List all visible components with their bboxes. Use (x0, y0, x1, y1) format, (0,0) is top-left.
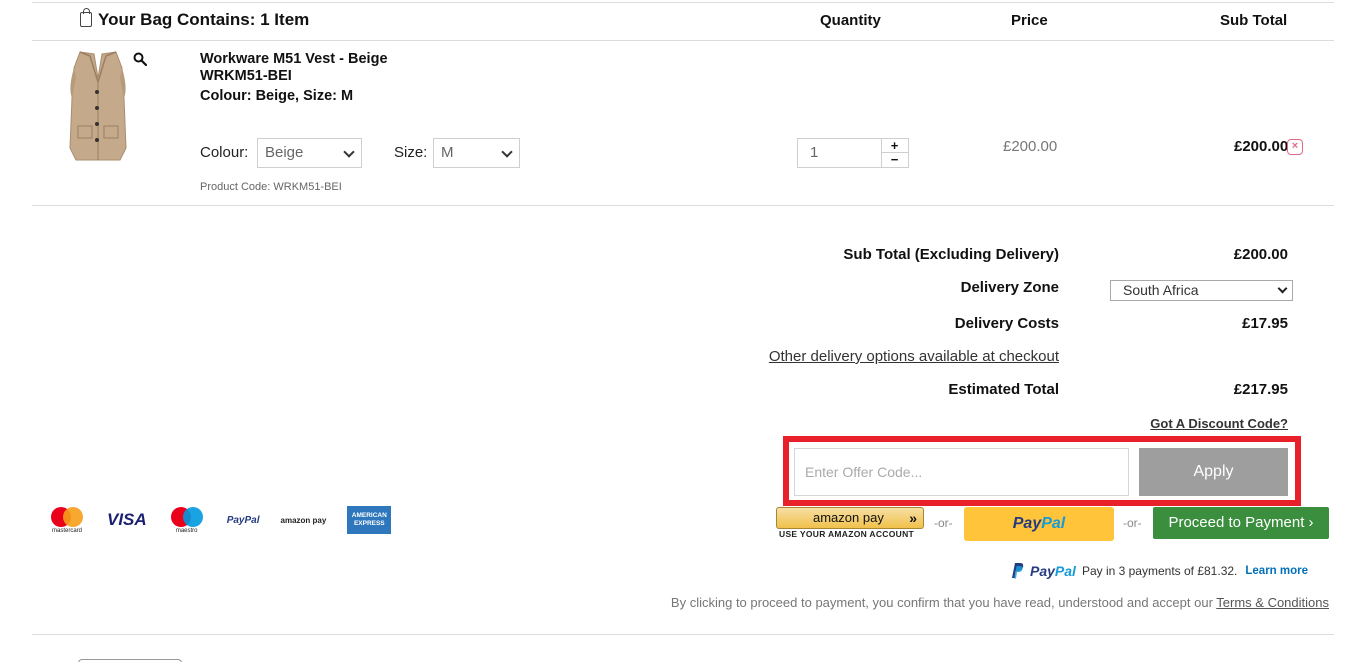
quantity-input[interactable]: 1 (797, 138, 882, 168)
bag-header: Your Bag Contains: 1 Item (80, 7, 310, 30)
paypal-button[interactable]: PayPal (964, 507, 1114, 541)
chevron-down-icon (343, 146, 355, 158)
offer-code-input[interactable]: Enter Offer Code... (794, 448, 1129, 496)
summary-subtotal-value: £200.00 (1233, 246, 1288, 263)
shopping-bag-icon (80, 7, 92, 27)
chevron-down-icon (1277, 283, 1288, 294)
product-name[interactable]: Workware M51 Vest - Beige (200, 51, 388, 67)
maestro-icon (170, 507, 203, 527)
item-divider (32, 205, 1334, 206)
terms-text: By clicking to proceed to payment, you c… (670, 595, 1217, 610)
product-code: Product Code: WRKM51-BEI (200, 181, 342, 193)
delivery-zone-select[interactable]: South Africa (1110, 280, 1293, 301)
subtotal-column-header: Sub Total (1220, 12, 1288, 29)
quantity-decrease-button[interactable]: − (881, 153, 908, 167)
delivery-zone-label: Delivery Zone (960, 279, 1059, 296)
discount-code-link[interactable]: Got A Discount Code? (1150, 416, 1288, 431)
size-select[interactable]: M (433, 138, 520, 168)
terms-notice: By clicking to proceed to payment, you c… (671, 595, 1329, 610)
colour-label: Colour: (200, 144, 249, 161)
amex-logo-text: AMERICAN EXPRESS (351, 512, 387, 527)
colour-select-value: Beige (265, 144, 304, 161)
or-separator: -or- (1123, 516, 1142, 530)
header-divider (32, 40, 1334, 41)
paypal-p-icon (1012, 563, 1024, 579)
product-sku: WRKM51-BEI (200, 68, 292, 84)
other-delivery-options-link[interactable]: Other delivery options available at chec… (769, 348, 1059, 365)
delivery-costs-label: Delivery Costs (954, 315, 1059, 332)
paypal-credit-banner: PayPal Pay in 3 payments of £81.32. Lear… (1010, 562, 1308, 579)
estimated-total-value: £217.95 (1233, 381, 1288, 398)
chevron-down-icon (501, 146, 513, 158)
delivery-zone-value: South Africa (1123, 282, 1199, 298)
colour-select[interactable]: Beige (257, 138, 362, 168)
item-price: £200.00 (1003, 138, 1058, 155)
quantity-increase-button[interactable]: + (881, 139, 908, 153)
paypal-logo-text: PayPal (226, 514, 260, 526)
estimated-total-label: Estimated Total (948, 381, 1059, 398)
learn-more-link[interactable]: Learn more (1245, 565, 1308, 577)
amazon-account-caption: USE YOUR AMAZON ACCOUNT (779, 529, 915, 539)
double-chevron-right-icon: » (909, 510, 917, 526)
proceed-to-payment-button[interactable]: Proceed to Payment › (1153, 507, 1329, 539)
summary-subtotal-label: Sub Total (Excluding Delivery) (843, 246, 1059, 263)
top-divider (32, 2, 1334, 3)
paypal-button-pal: Pal (1041, 515, 1066, 532)
product-variant: Colour: Beige, Size: M (200, 88, 354, 104)
paypal-credit-pay: Pay (1030, 562, 1055, 579)
terms-link[interactable]: Terms & Conditions (1216, 595, 1329, 610)
item-subtotal: £200.00 (1234, 138, 1287, 155)
amazonpay-logo: amazon pay (281, 516, 327, 525)
bag-title: Your Bag Contains: 1 Item (98, 10, 310, 29)
visa-text: VISA (107, 510, 147, 529)
paypal-credit-text: Pay in 3 payments of £81.32. (1081, 563, 1238, 578)
delivery-costs-value: £17.95 (1242, 315, 1288, 332)
quantity-column-header: Quantity (820, 12, 881, 29)
payment-logos: mastercard VISA maestro PayPal amazon pa… (48, 505, 392, 535)
paypal-credit-brand: PayPal (1030, 563, 1076, 579)
price-column-header: Price (1011, 12, 1048, 29)
maestro-logo: maestro (168, 506, 206, 534)
maestro-text: maestro (175, 528, 198, 534)
size-select-value: M (441, 144, 454, 161)
remove-item-icon[interactable]: × (1287, 139, 1303, 155)
visa-logo: VISA (107, 510, 147, 530)
or-separator: -or- (934, 516, 953, 530)
bottom-divider (32, 634, 1334, 635)
amazon-pay-button[interactable]: amazon pay » (776, 507, 924, 529)
mastercard-logo: mastercard (48, 506, 86, 534)
amazon-pay-label: amazon pay (813, 510, 884, 525)
size-label: Size: (394, 144, 428, 161)
quantity-stepper: + − (881, 138, 909, 168)
zoom-icon[interactable] (133, 52, 147, 66)
paypal-logo: PayPal (227, 515, 260, 526)
apply-button[interactable]: Apply (1139, 448, 1288, 496)
paypal-credit-pal: Pal (1054, 562, 1076, 579)
mastercard-icon (51, 507, 83, 527)
paypal-button-pay: Pay (1012, 515, 1042, 532)
amazonpay-logo-text: amazon pay (280, 515, 327, 525)
product-image[interactable] (50, 48, 146, 164)
mastercard-text: mastercard (51, 528, 82, 534)
amex-logo: AMERICAN EXPRESS (347, 506, 392, 534)
